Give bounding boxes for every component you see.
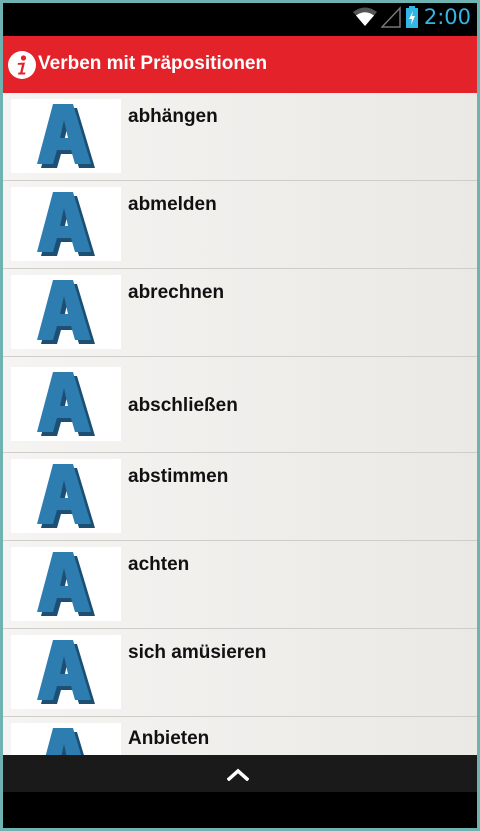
list-item-label: Anbieten <box>128 728 210 749</box>
bottom-bar <box>3 755 477 792</box>
list-item-label: achten <box>128 554 190 575</box>
list-item[interactable]: abmelden <box>3 181 477 269</box>
letter-a-icon <box>37 372 95 436</box>
thumbnail <box>11 367 121 441</box>
chevron-up-icon[interactable] <box>227 767 249 781</box>
thumbnail <box>11 547 121 621</box>
list-item-label: sich amüsieren <box>128 642 267 663</box>
signal-icon <box>381 6 401 28</box>
info-icon[interactable] <box>7 50 37 80</box>
list-item-label: abschließen <box>128 395 238 416</box>
letter-a-icon <box>37 280 95 344</box>
list-item-label: abhängen <box>128 106 218 127</box>
list-item[interactable]: abstimmen <box>3 453 477 541</box>
verb-list[interactable]: abhängen abmelden abrechnen abschließen … <box>3 93 477 755</box>
list-item-label: abmelden <box>128 194 217 215</box>
list-item[interactable]: abschließen <box>3 357 477 453</box>
letter-a-icon <box>37 464 95 528</box>
battery-charging-icon <box>406 6 418 28</box>
thumbnail <box>11 635 121 709</box>
system-nav-bar <box>3 792 477 828</box>
thumbnail <box>11 723 121 755</box>
thumbnail <box>11 275 121 349</box>
screen: 2:00 Verben mit Präpositionen abhängen a… <box>3 3 477 828</box>
thumbnail <box>11 459 121 533</box>
list-item-label: abstimmen <box>128 466 229 487</box>
device-frame: 2:00 Verben mit Präpositionen abhängen a… <box>0 0 480 831</box>
letter-a-icon <box>37 640 95 704</box>
letter-a-icon <box>45 728 84 755</box>
list-item[interactable]: achten <box>3 541 477 629</box>
app-header: Verben mit Präpositionen <box>3 36 477 93</box>
list-item[interactable]: abrechnen <box>3 269 477 357</box>
list-item[interactable]: Anbieten <box>3 717 477 755</box>
list-item[interactable]: abhängen <box>3 93 477 181</box>
status-bar: 2:00 <box>3 3 477 31</box>
list-item-label: abrechnen <box>128 282 225 303</box>
status-icons <box>349 6 419 28</box>
letter-a-icon <box>37 192 95 256</box>
page-title: Verben mit Präpositionen <box>38 53 268 74</box>
wifi-icon <box>353 7 377 26</box>
list-item[interactable]: sich amüsieren <box>3 629 477 717</box>
letter-a-icon <box>37 552 95 616</box>
letter-a-icon <box>37 104 95 168</box>
thumbnail <box>11 99 121 173</box>
thumbnail <box>11 187 121 261</box>
status-time: 2:00 <box>423 5 471 29</box>
